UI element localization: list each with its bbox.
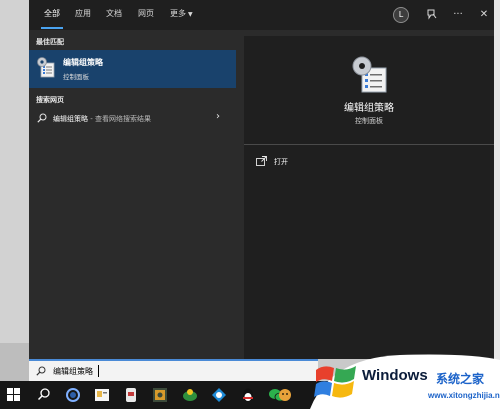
preview-divider [244,144,494,145]
taskbar-search-icon[interactable] [34,385,54,405]
best-match-item[interactable]: 编辑组策略 控制面板 [29,50,236,88]
app-icon-3[interactable] [180,385,200,405]
preview-app-subtitle: 控制面板 [355,117,383,125]
web-search-item[interactable]: 编辑组策略 - 查看网络搜索结果 › [29,110,236,128]
preview-pane: 编辑组策略 控制面板 打开 [244,36,494,359]
search-input-value: 编辑组策略 [53,367,93,376]
group-policy-large-icon [352,56,387,93]
desktop-background-right [494,0,500,381]
web-search-suffix: - 查看网络搜索结果 [88,115,151,123]
open-label: 打开 [274,158,288,166]
avatar[interactable]: L [393,7,409,23]
app-icon-2[interactable] [150,385,170,405]
tab-all-underline [41,27,63,29]
watermark-cn: 系统之家 [436,372,485,386]
web-search-query: 编辑组策略 [53,115,88,123]
best-match-heading: 最佳匹配 [36,38,64,46]
search-icon [37,113,47,123]
tab-more[interactable]: 更多 ▼ [170,8,193,19]
app-icon-4[interactable] [209,385,229,405]
tab-all[interactable]: 全部 [44,8,60,19]
tab-web[interactable]: 网页 [138,8,154,19]
app-icon-1[interactable] [121,385,141,405]
web-search-text: 编辑组策略 - 查看网络搜索结果 [53,114,151,124]
close-icon[interactable]: ✕ [475,6,493,24]
desktop-background [0,0,29,381]
file-explorer-icon[interactable] [92,385,112,405]
more-options-icon[interactable]: ··· [449,6,467,24]
search-panel: 全部 应用 文档 网页 更多 ▼ L ··· ✕ 最佳匹配 编辑组策略 控制面板 … [29,0,494,359]
qq-icon[interactable] [238,385,258,405]
watermark-url: www.xitongzhijia.net [428,391,500,400]
tab-more-label: 更多 [170,9,186,18]
preview-app-name: 编辑组策略 [344,103,394,114]
text-cursor [98,365,99,377]
search-tabs-bar: 全部 应用 文档 网页 更多 ▼ L ··· ✕ [29,0,494,30]
web-search-heading: 搜索网页 [36,96,64,104]
group-policy-icon [37,57,55,78]
open-icon [256,156,267,166]
search-icon [36,366,46,376]
chevron-right-icon[interactable]: › [216,111,220,122]
windows-logo-icon [314,366,356,398]
watermark: Windows 系统之家 www.xitongzhijia.net [300,350,500,409]
results-list: 最佳匹配 编辑组策略 控制面板 搜索网页 编辑组策略 - 查看网络搜索结果 › [29,30,236,359]
watermark-brand: Windows [362,367,428,384]
chevron-down-icon: ▼ [188,11,193,18]
desktop-background-lower [0,343,29,381]
search-input[interactable]: 编辑组策略 [29,359,318,381]
tab-documents[interactable]: 文档 [106,8,122,19]
best-match-name: 编辑组策略 [63,58,103,67]
open-button[interactable]: 打开 [256,154,336,170]
best-match-subtitle: 控制面板 [63,73,89,81]
cortana-icon[interactable] [63,385,83,405]
windows-start-icon[interactable] [7,388,21,402]
tab-apps[interactable]: 应用 [75,8,91,19]
app-icon-5[interactable] [275,385,295,405]
feedback-icon[interactable] [422,6,440,24]
